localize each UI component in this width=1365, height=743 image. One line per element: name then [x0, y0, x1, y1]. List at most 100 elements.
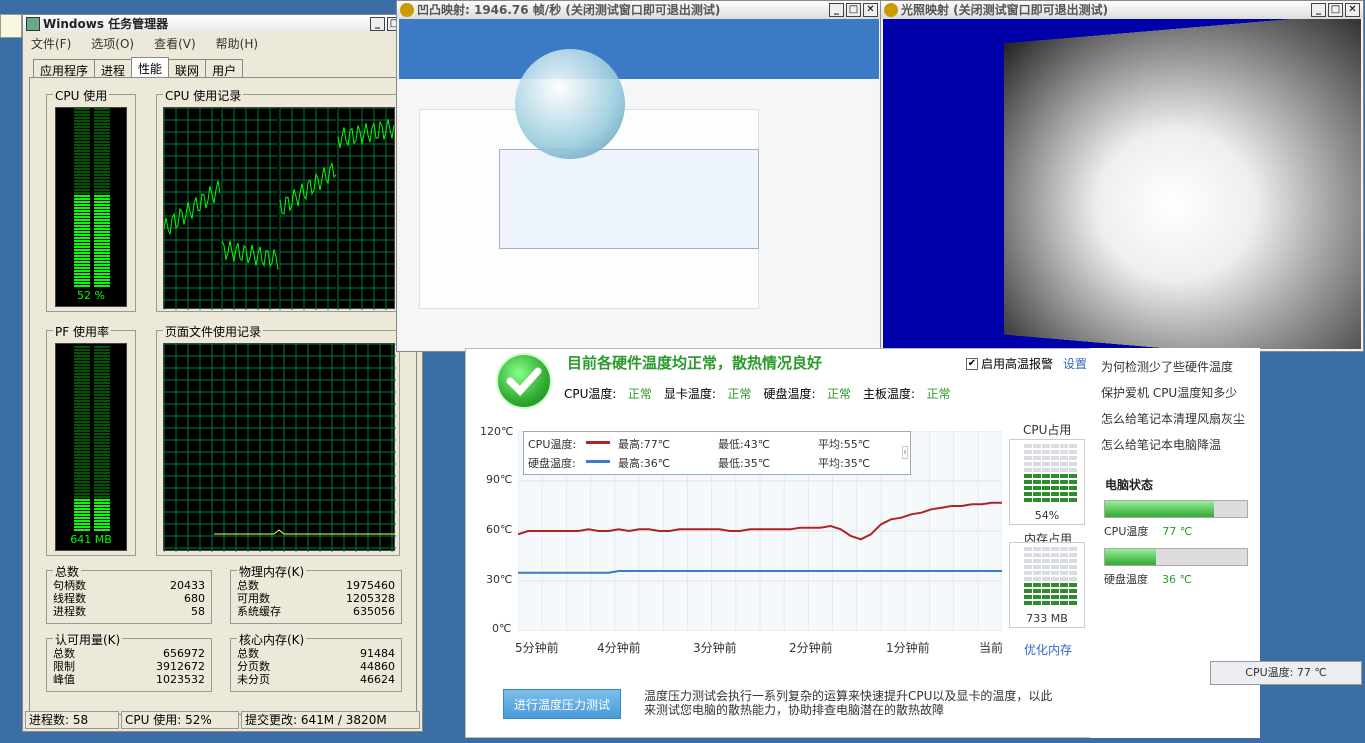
x-tick-label: 2分钟前 — [789, 641, 833, 655]
alarm-toggle[interactable]: ✔ 启用高温报警 — [966, 355, 1053, 372]
y-tick-label: 120℃ — [480, 425, 514, 438]
meter-segment — [94, 511, 110, 513]
meter-segment — [74, 150, 90, 152]
usage-bar-segment — [1060, 595, 1068, 599]
meter-segment — [74, 412, 90, 414]
maximize-button[interactable]: □ — [1328, 3, 1343, 17]
usage-bar-segment — [1024, 577, 1032, 581]
cpu-usage-value: 52 % — [77, 289, 105, 302]
usage-bar-segment — [1051, 553, 1059, 557]
meter-segment — [94, 352, 110, 354]
meter-segment — [74, 264, 90, 266]
meter-segment — [94, 114, 110, 116]
meter-segment — [94, 183, 110, 185]
meter-segment — [94, 153, 110, 155]
alarm-checkbox[interactable]: ✔ — [966, 357, 978, 370]
menu-view[interactable]: 查看(V) — [154, 35, 196, 52]
usage-bar-segment — [1069, 450, 1077, 454]
meter-segment — [74, 502, 90, 504]
meter-segment — [94, 129, 110, 131]
meter-segment — [74, 391, 90, 393]
task-manager-icon — [26, 17, 40, 31]
minimize-button[interactable]: _ — [829, 3, 844, 17]
side-link[interactable]: 怎么给笔记本清理风扇灰尘 — [1101, 410, 1245, 427]
meter-segment — [94, 460, 110, 462]
usage-bar-segment — [1033, 595, 1041, 599]
minimize-button[interactable]: _ — [370, 17, 385, 31]
side-link[interactable]: 怎么给笔记本电脑降温 — [1101, 436, 1221, 453]
meter-segment — [94, 409, 110, 411]
stress-test-button[interactable]: 进行温度压力测试 — [503, 689, 621, 719]
legend-row: 硬盘温度: 最高:36℃ 最低:35℃ 平均:35℃ — [528, 455, 908, 471]
meter-segment — [94, 424, 110, 426]
usage-bar-segment — [1042, 601, 1050, 605]
usage-bar-segment — [1024, 547, 1032, 551]
meter-segment — [94, 246, 110, 248]
meter-segment — [74, 249, 90, 251]
meter-segment — [74, 382, 90, 384]
usage-bar-segment — [1024, 601, 1032, 605]
legend-collapse-icon[interactable]: ‹ — [902, 446, 908, 459]
meter-segment — [74, 222, 90, 224]
usage-bar-segment — [1069, 571, 1077, 575]
meter-segment — [74, 430, 90, 432]
meter-segment — [74, 234, 90, 236]
usage-bar-segment — [1042, 589, 1050, 593]
side-link[interactable]: 保护爱机 CPU温度知多少 — [1101, 384, 1237, 401]
legend-min: 最低:43℃ — [718, 438, 771, 451]
meter-segment — [94, 349, 110, 351]
meter-segment — [74, 397, 90, 399]
meter-segment — [94, 156, 110, 158]
meter-segment — [74, 252, 90, 254]
cpu-core-pane — [337, 107, 394, 310]
meter-segment — [74, 487, 90, 489]
meter-segment — [74, 159, 90, 161]
maximize-button[interactable]: □ — [846, 3, 861, 17]
bump-mapping-titlebar[interactable]: 凹凸映射: 1946.76 帧/秒 (关闭测试窗口即可退出测试) _ □ ✕ — [397, 1, 881, 19]
meter-segment — [74, 198, 90, 200]
menu-options[interactable]: 选项(O) — [91, 35, 134, 52]
meter-segment — [74, 529, 90, 531]
meter-segment — [94, 415, 110, 417]
usage-bar-segment — [1024, 589, 1032, 593]
optimize-memory-link[interactable]: 优化内存 — [1024, 641, 1072, 658]
physical-memory-title: 物理内存(K) — [237, 563, 307, 580]
pf-usage-value: 641 MB — [70, 533, 112, 546]
meter-segment — [74, 171, 90, 173]
desktop-icon[interactable] — [0, 14, 22, 38]
usage-bar-segment — [1051, 456, 1059, 460]
pc-state-title: 电脑状态 — [1105, 478, 1154, 492]
usage-bar-segment — [1024, 595, 1032, 599]
usage-bar-segment — [1051, 577, 1059, 581]
usage-bar-segment — [1051, 498, 1059, 502]
side-link[interactable]: 为何检测少了些硬件温度 — [1101, 358, 1233, 375]
meter-segment — [94, 231, 110, 233]
menu-file[interactable]: 文件(F) — [31, 35, 71, 52]
stress-test-description: 温度压力测试会执行一系列复杂的运算来快速提升CPU以及显卡的温度，以此来测试您电… — [644, 689, 1053, 717]
usage-bar-segment — [1042, 571, 1050, 575]
usage-bar-segment — [1042, 450, 1050, 454]
light-mapping-title: 光照映射 (关闭测试窗口即可退出测试) — [901, 3, 1109, 17]
meter-segment — [74, 255, 90, 257]
usage-bar-segment — [1042, 553, 1050, 557]
close-button[interactable]: ✕ — [1345, 3, 1360, 17]
meter-segment — [74, 364, 90, 366]
meter-segment — [94, 376, 110, 378]
task-manager-titlebar[interactable]: Windows 任务管理器 _ □ ✕ — [23, 15, 422, 33]
light-mapping-icon — [884, 3, 898, 17]
close-button[interactable]: ✕ — [863, 3, 878, 17]
usage-bar-segment — [1033, 492, 1041, 496]
minimize-button[interactable]: _ — [1311, 3, 1326, 17]
light-mapping-titlebar[interactable]: 光照映射 (关闭测试窗口即可退出测试) _ □ ✕ — [881, 1, 1363, 19]
meter-segment — [74, 361, 90, 363]
meter-segment — [74, 282, 90, 284]
meter-segment — [94, 150, 110, 152]
meter-segment — [74, 156, 90, 158]
menu-help[interactable]: 帮助(H) — [216, 35, 258, 52]
usage-bar-segment — [1060, 474, 1068, 478]
meter-segment — [74, 367, 90, 369]
usage-bar-segment — [1060, 498, 1068, 502]
meter-segment — [94, 147, 110, 149]
settings-link[interactable]: 设置 — [1063, 355, 1087, 372]
meter-segment — [94, 505, 110, 507]
